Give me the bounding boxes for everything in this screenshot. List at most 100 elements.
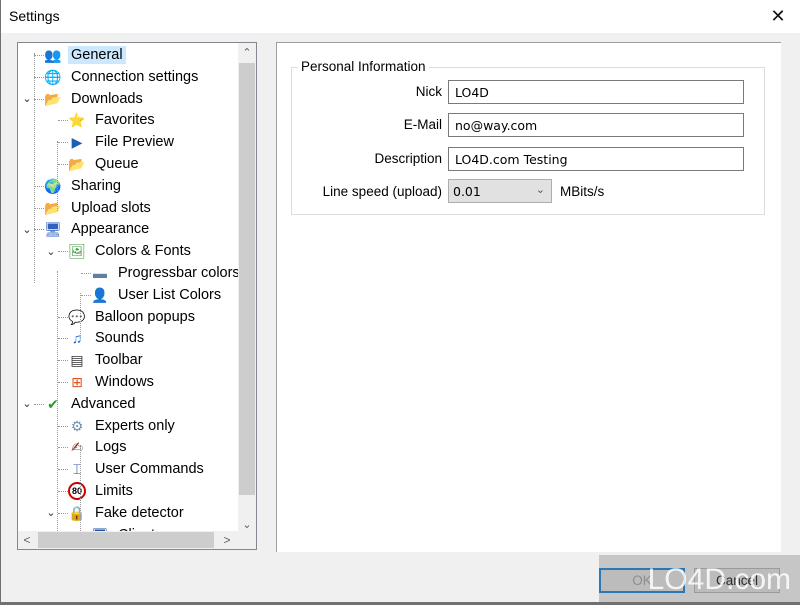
tree-connector [58,360,68,362]
tree-item-label: Windows [95,374,154,390]
tree-item-favorites[interactable]: ⭐ Favorites [68,110,158,130]
collapse-toggle[interactable]: ⌄ [21,223,33,236]
description-input[interactable] [448,147,744,171]
tree-item-file-preview[interactable]: ▶ File Preview [68,132,177,152]
queue-folder-icon: 📂 [68,156,86,172]
scroll-right-button[interactable]: > [218,531,236,549]
tree-connector [34,403,44,405]
tree-item-label: Progressbar colors [118,265,238,281]
padlock-icon: 🔒 [68,504,86,521]
media-play-icon: ▶ [71,134,83,151]
tree-guide-line [57,141,58,211]
collapse-toggle[interactable]: ⌄ [45,245,57,258]
title-bar: Settings ✕ [1,0,800,33]
tree-connector [58,316,68,318]
tree-connector [58,251,68,253]
tree-item-label: Favorites [95,112,155,129]
vertical-scrollbar[interactable]: ⌃ ⌄ [238,43,256,533]
tree-item-experts-only[interactable]: ⚙ Experts only [68,416,178,436]
tree-item-user-list-colors[interactable]: 👤 User List Colors [91,285,224,305]
collapse-toggle[interactable]: ⌄ [21,93,33,105]
tree-item-label: Experts only [95,417,175,434]
windows-logo-icon: ⊞ [71,374,83,390]
scroll-left-button[interactable]: < [18,531,36,549]
tree-connector [58,338,68,340]
tree-item-queue[interactable]: 📂 Queue [68,154,142,174]
horizontal-scroll-thumb[interactable] [38,532,214,548]
tree-item-label: Connection settings [71,68,199,85]
settings-tree[interactable]: 👥 General 🌐 Connection settings 📂 Downloads ⌄ ⭐… [17,42,257,550]
tree-guide-line [34,53,35,283]
tree-item-label: Advanced [71,395,136,412]
settings-window: Settings ✕ 👥 General 🌐 Connection settings 📂… [0,0,800,605]
tree-connector [58,164,68,165]
tree-item-logs[interactable]: ✍ Logs [68,437,129,457]
collapse-toggle[interactable]: ⌄ [45,507,57,519]
pen-logs-icon: ✍ [71,439,83,456]
tree-connector [34,185,44,187]
tree-item-label: Upload slots [71,199,151,216]
tree-connector [34,229,44,231]
tree-connector [34,55,44,56]
nick-input[interactable] [448,80,744,104]
chevron-up-icon: ⌃ [242,46,252,59]
line-speed-units: MBits/s [560,184,605,199]
tree-item-toolbar[interactable]: ▤ Toolbar [68,350,146,370]
nick-label: Nick [415,84,442,99]
tree-item-windows[interactable]: ⊞ Windows [68,372,157,392]
tree-item-label: Fake detector [95,504,184,521]
tree-item-downloads[interactable]: 📂 Downloads [44,89,146,109]
tree-item-progressbar-colors[interactable]: ▬ Progressbar colors [91,263,238,283]
tree-connector [58,512,68,514]
tree-item-fake-detector[interactable]: 🔒 Fake detector [68,503,187,523]
cancel-button-label: Cancel [715,573,759,588]
vertical-scroll-thumb[interactable] [239,63,255,495]
tree-item-sharing[interactable]: 🌍 Sharing [44,176,124,196]
email-label: E-Mail [403,117,442,132]
user-icon: 👤 [91,286,109,303]
progressbar-icon: ▬ [93,265,107,281]
chevron-right-icon: > [223,533,231,547]
toolbar-icon: ▤ [70,352,84,369]
tree-item-label: User List Colors [118,286,222,303]
globe-network-icon: 🌐 [44,68,62,85]
balloon-icon: 💬 [68,308,86,325]
chevron-down-icon: ⌄ [535,183,545,196]
cancel-button[interactable]: Cancel [694,568,780,593]
ok-button[interactable]: OK [599,568,685,593]
tree-item-colors-fonts[interactable]: 🖼 Colors & Fonts [68,241,194,261]
chevron-down-icon: ⌄ [242,518,252,531]
tree-item-label: Sharing [71,177,121,194]
tree-item-limits[interactable]: 80 Limits [68,481,136,501]
checkmark-monitor-icon: ✔ [47,395,59,412]
line-speed-select[interactable]: 0.01 ⌄ [448,179,552,203]
tree-item-user-commands[interactable]: ⌶ User Commands [68,459,207,479]
close-button[interactable]: ✕ [755,0,800,33]
tree-item-label: Logs [95,439,127,456]
close-icon: ✕ [770,6,786,26]
tree-item-appearance[interactable]: 🖥 Appearance [44,219,152,239]
tree-item-label: Colors & Fonts [95,243,191,260]
description-label: Description [374,151,442,166]
users-icon: 👥 [44,47,62,63]
email-input[interactable] [448,113,744,137]
text-cursor-icon: ⌶ [72,461,82,478]
tree-item-label: User Commands [95,461,204,478]
tree-item-balloon-popups[interactable]: 💬 Balloon popups [68,307,198,327]
tree-guide-line [57,271,58,533]
tree-connector [81,273,91,274]
scroll-up-button[interactable]: ⌃ [238,43,256,61]
ok-button-label: OK [632,573,652,588]
line-speed-value: 0.01 [453,184,481,199]
horizontal-scrollbar[interactable]: < > [18,531,256,549]
music-note-icon: ♫ [71,330,83,347]
tree-connector [58,120,68,122]
tree-list: 👥 General 🌐 Connection settings 📂 Downloads ⌄ ⭐… [18,43,238,533]
collapse-toggle[interactable]: ⌄ [21,398,33,410]
tree-item-upload-slots[interactable]: 📂 Upload slots [44,198,154,218]
tree-item-general[interactable]: 👥 General [44,45,126,65]
tree-connector [58,425,68,427]
tree-item-connection-settings[interactable]: 🌐 Connection settings [44,67,201,87]
tree-item-advanced[interactable]: ✔ Advanced [44,394,139,414]
tree-connector [34,98,44,100]
